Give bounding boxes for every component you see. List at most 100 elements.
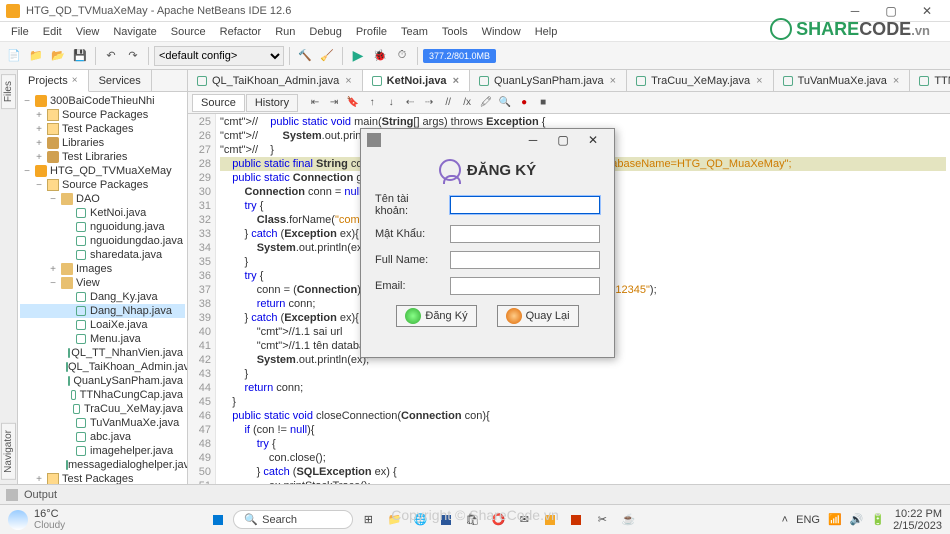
store-icon[interactable]: 🛍 <box>461 509 483 531</box>
files-tab[interactable]: Files <box>1 74 16 109</box>
weather-widget[interactable]: 16°C Cloudy <box>8 508 65 531</box>
tree-item[interactable]: QL_TT_NhanVien.java <box>20 346 185 360</box>
editor-tab[interactable]: KetNoi.java× <box>363 70 470 92</box>
task-view-icon[interactable]: ⊞ <box>357 509 379 531</box>
register-button[interactable]: Đăng Ký <box>396 305 476 327</box>
tree-item[interactable]: Dang_Nhap.java <box>20 304 185 318</box>
menu-debug[interactable]: Debug <box>302 24 348 40</box>
menu-navigate[interactable]: Navigate <box>106 24 163 40</box>
save-all-button[interactable]: 💾 <box>70 46 90 66</box>
menu-run[interactable]: Run <box>268 24 302 40</box>
uncomment-icon[interactable]: /x <box>458 94 476 112</box>
memory-badge[interactable]: 377.2/801.0MB <box>423 49 496 63</box>
tree-item[interactable]: −300BaiCodeThieuNhi <box>20 94 185 108</box>
tree-item[interactable]: abc.java <box>20 430 185 444</box>
editor-tab[interactable]: TTNhaCungCap.java× <box>910 70 950 91</box>
tree-item[interactable]: TraCuu_XeMay.java <box>20 402 185 416</box>
find-icon[interactable]: 🔍 <box>496 94 514 112</box>
redo-button[interactable]: ↷ <box>123 46 143 66</box>
tree-item[interactable]: messagedialoghelper.java <box>20 458 185 472</box>
menu-file[interactable]: File <box>4 24 36 40</box>
tree-item[interactable]: QuanLySanPham.java <box>20 374 185 388</box>
email-input[interactable] <box>450 277 600 295</box>
output-panel[interactable]: Output <box>0 484 950 504</box>
new-project-button[interactable]: 📁 <box>26 46 46 66</box>
toggle-bookmark-icon[interactable]: 🔖 <box>344 94 362 112</box>
tray-battery-icon[interactable]: 🔋 <box>871 513 885 526</box>
projects-tab[interactable]: Projects× <box>18 70 89 92</box>
tree-item[interactable]: −HTG_QD_TVMuaXeMay <box>20 164 185 178</box>
fullname-input[interactable] <box>450 251 600 269</box>
tray-wifi-icon[interactable]: 📶 <box>828 513 842 526</box>
chrome-icon[interactable]: ⭕ <box>487 509 509 531</box>
start-button[interactable] <box>207 509 229 531</box>
tree-item[interactable]: Dang_Ky.java <box>20 290 185 304</box>
prev-bookmark-icon[interactable]: ↑ <box>363 94 381 112</box>
tree-item[interactable]: QL_TaiKhoan_Admin.java <box>20 360 185 374</box>
taskbar-search[interactable]: 🔍 Search <box>233 510 353 529</box>
comment-icon[interactable]: // <box>439 94 457 112</box>
snip-icon[interactable]: ✂ <box>591 509 613 531</box>
menu-refactor[interactable]: Refactor <box>213 24 269 40</box>
tray-lang[interactable]: ENG <box>796 514 820 526</box>
services-tab[interactable]: Services <box>89 70 152 91</box>
tree-item[interactable]: +Test Packages <box>20 122 185 136</box>
tree-item[interactable]: sharedata.java <box>20 248 185 262</box>
editor-tab[interactable]: QuanLySanPham.java× <box>470 70 627 91</box>
tree-item[interactable]: TuVanMuaXe.java <box>20 416 185 430</box>
menu-tools[interactable]: Tools <box>435 24 475 40</box>
shift-right-icon[interactable]: ⇢ <box>420 94 438 112</box>
menu-help[interactable]: Help <box>528 24 565 40</box>
tree-item[interactable]: −DAO <box>20 192 185 206</box>
sqlserver-icon[interactable] <box>565 509 587 531</box>
undo-button[interactable]: ↶ <box>101 46 121 66</box>
shift-left-icon[interactable]: ⇠ <box>401 94 419 112</box>
nav-fwd-icon[interactable]: ⇥ <box>325 94 343 112</box>
password-input[interactable] <box>450 225 600 243</box>
menu-window[interactable]: Window <box>475 24 528 40</box>
editor-tab[interactable]: TuVanMuaXe.java× <box>774 70 911 91</box>
username-input[interactable] <box>450 196 600 214</box>
open-button[interactable]: 📂 <box>48 46 68 66</box>
edge-icon[interactable]: 🌐 <box>409 509 431 531</box>
menu-team[interactable]: Team <box>394 24 435 40</box>
stop-macro-icon[interactable]: ■ <box>534 94 552 112</box>
tray-volume-icon[interactable]: 🔊 <box>850 513 864 526</box>
new-file-button[interactable]: 📄 <box>4 46 24 66</box>
tray-clock[interactable]: 10:22 PM 2/15/2023 <box>893 508 942 532</box>
nav-back-icon[interactable]: ⇤ <box>306 94 324 112</box>
dialog-maximize-button[interactable]: ▢ <box>548 130 578 150</box>
dialog-close-button[interactable]: ✕ <box>578 130 608 150</box>
tree-item[interactable]: +Images <box>20 262 185 276</box>
tray-chevron-icon[interactable]: ˄ <box>782 514 788 526</box>
tree-item[interactable]: −View <box>20 276 185 290</box>
navigator-tab[interactable]: Navigator <box>1 423 16 480</box>
dialog-titlebar[interactable]: ─ ▢ ✕ <box>361 129 614 151</box>
menu-source[interactable]: Source <box>164 24 213 40</box>
editor-tab[interactable]: TraCuu_XeMay.java× <box>627 70 773 91</box>
profile-button[interactable]: ⏱ <box>392 46 412 66</box>
netbeans-icon[interactable] <box>539 509 561 531</box>
highlight-icon[interactable]: 🖍 <box>477 94 495 112</box>
tree-item[interactable]: +Libraries <box>20 136 185 150</box>
java-app-icon[interactable]: ☕ <box>617 509 639 531</box>
record-macro-icon[interactable]: ● <box>515 94 533 112</box>
project-tree[interactable]: −300BaiCodeThieuNhi+Source Packages+Test… <box>18 92 187 484</box>
menu-view[interactable]: View <box>69 24 107 40</box>
history-tab[interactable]: History <box>246 94 298 112</box>
editor-tab[interactable]: QL_TaiKhoan_Admin.java× <box>188 70 363 91</box>
tree-item[interactable]: +Test Packages <box>20 472 185 484</box>
menu-edit[interactable]: Edit <box>36 24 69 40</box>
tree-item[interactable]: LoaiXe.java <box>20 318 185 332</box>
debug-button[interactable]: 🐞 <box>370 46 390 66</box>
run-button[interactable]: ▶ <box>348 46 368 66</box>
explorer-icon[interactable]: 📁 <box>383 509 405 531</box>
word-icon[interactable] <box>435 509 457 531</box>
tree-item[interactable]: +Test Libraries <box>20 150 185 164</box>
tree-item[interactable]: KetNoi.java <box>20 206 185 220</box>
next-bookmark-icon[interactable]: ↓ <box>382 94 400 112</box>
tree-item[interactable]: +Source Packages <box>20 108 185 122</box>
tree-item[interactable]: nguoidungdao.java <box>20 234 185 248</box>
tree-item[interactable]: −Source Packages <box>20 178 185 192</box>
dialog-minimize-button[interactable]: ─ <box>518 130 548 150</box>
